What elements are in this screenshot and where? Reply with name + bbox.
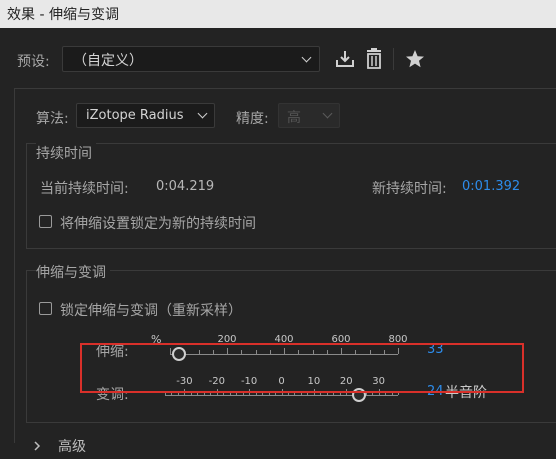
stretch-section-title: 伸缩与变调 [36, 262, 110, 282]
duration-group-border-bottom [26, 248, 556, 249]
algorithm-value: iZotope Radius [86, 108, 184, 123]
toolbar-divider [393, 48, 394, 70]
lock-duration-label: 将伸缩设置锁定为新的持续时间 [60, 216, 256, 232]
precision-dropdown[interactable]: 高 [278, 103, 340, 128]
algorithm-dropdown[interactable]: iZotope Radius [76, 103, 215, 128]
precision-value: 高 [287, 110, 301, 126]
advanced-label[interactable]: 高级 [58, 436, 86, 456]
preset-label: 预设: [17, 54, 50, 70]
current-duration-label: 当前持续时间: [40, 181, 129, 197]
chevron-down-icon [301, 52, 312, 63]
duration-section-title: 持续时间 [36, 143, 96, 163]
trash-icon[interactable] [364, 48, 384, 70]
lock-duration-checkbox[interactable] [39, 215, 52, 228]
lock-stretch-pitch-checkbox[interactable] [39, 302, 52, 315]
divider [14, 88, 556, 89]
precision-label: 精度: [236, 111, 269, 127]
chevron-down-icon [322, 108, 333, 119]
star-icon[interactable] [404, 48, 426, 70]
preset-value: （自定义） [73, 53, 143, 69]
chevron-down-icon [197, 108, 208, 119]
duration-group-border-left [26, 143, 27, 248]
algorithm-label: 算法: [36, 111, 69, 127]
chevron-right-icon[interactable] [33, 439, 41, 451]
window-title: 效果 - 伸缩与变调 [7, 7, 119, 23]
download-icon[interactable] [334, 48, 356, 70]
stretch-group-border-bottom [26, 422, 556, 423]
new-duration-value[interactable]: 0:01.392 [462, 179, 520, 194]
duration-group-border [26, 143, 556, 144]
stretch-group-border-left [26, 270, 27, 422]
pitch-highlight-box [80, 343, 524, 393]
current-duration-value: 0:04.219 [156, 179, 215, 194]
title-bar: 效果 - 伸缩与变调 [0, 0, 556, 28]
lock-stretch-pitch-label: 锁定伸缩与变调（重新采样） [60, 303, 242, 319]
preset-dropdown[interactable]: （自定义） [62, 46, 320, 72]
panel-border-left [14, 88, 15, 443]
new-duration-label: 新持续时间: [372, 181, 447, 197]
